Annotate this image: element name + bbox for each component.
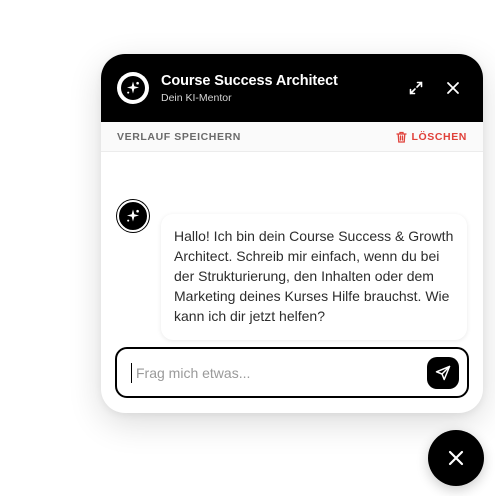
chat-input[interactable] (131, 362, 419, 383)
bot-avatar (117, 200, 149, 232)
ai-sparkle-logo-icon (121, 76, 145, 100)
close-button[interactable] (443, 78, 463, 98)
assistant-message: Hallo! Ich bin dein Course Success & Gro… (161, 214, 467, 340)
send-button[interactable] (427, 356, 459, 389)
ai-sparkle-logo-icon (127, 209, 139, 222)
trash-icon (396, 131, 408, 143)
send-icon (435, 365, 451, 380)
chat-toggle-button[interactable] (428, 430, 484, 486)
delete-label: LÖSCHEN (411, 130, 467, 143)
close-icon (447, 82, 459, 94)
expand-button[interactable] (406, 78, 426, 98)
message-list: Hallo! Ich bin dein Course Success & Gro… (101, 152, 483, 342)
header-title: Course Success Architect (161, 72, 338, 89)
header-subtitle: Dein KI-Mentor (161, 91, 232, 104)
chat-toolbar: VERLAUF SPEICHERN LÖSCHEN (101, 122, 483, 152)
chat-header: Course Success Architect Dein KI-Mentor (101, 54, 483, 122)
save-history-button[interactable]: VERLAUF SPEICHERN (117, 131, 241, 143)
delete-history-button[interactable]: LÖSCHEN (396, 131, 467, 143)
close-icon (448, 450, 464, 466)
header-avatar (117, 72, 149, 104)
chat-input-container (115, 347, 469, 398)
expand-icon (409, 81, 423, 95)
